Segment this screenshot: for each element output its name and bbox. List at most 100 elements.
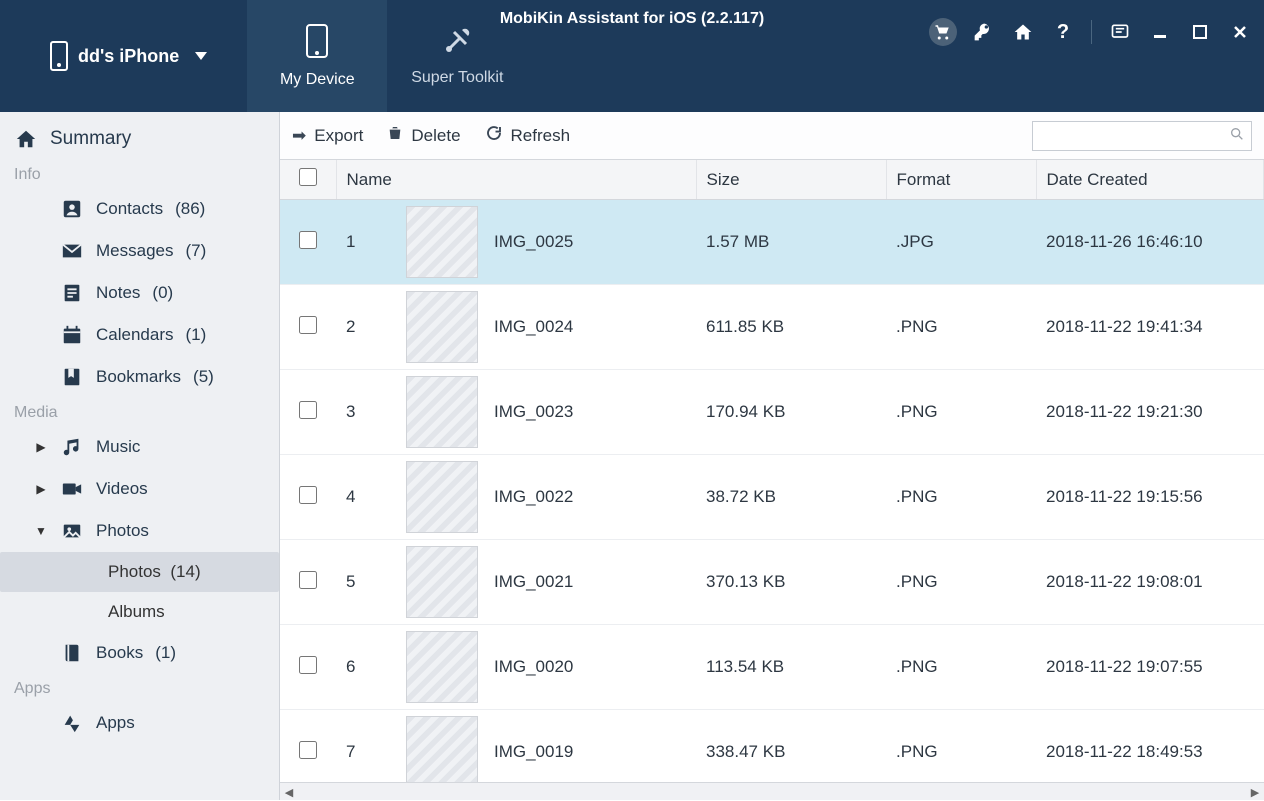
- row-checkbox[interactable]: [299, 486, 317, 504]
- sidebar-item-summary[interactable]: Summary: [0, 118, 279, 160]
- file-format: .PNG: [886, 710, 1036, 783]
- titlebar: dd's iPhone My Device Super Toolkit Mobi…: [0, 0, 1264, 112]
- tab-label: My Device: [280, 71, 355, 89]
- scroll-left-icon[interactable]: ◀: [280, 783, 298, 801]
- row-checkbox[interactable]: [299, 316, 317, 334]
- export-button[interactable]: ➡ Export: [292, 126, 363, 146]
- sidebar-label: Apps: [96, 713, 135, 733]
- file-date: 2018-11-22 19:41:34: [1036, 285, 1263, 370]
- collapse-icon[interactable]: [34, 524, 48, 538]
- table-scroll[interactable]: Name Size Format Date Created 1IMG_00251…: [280, 160, 1264, 782]
- search-icon[interactable]: [1229, 126, 1245, 146]
- row-checkbox[interactable]: [299, 231, 317, 249]
- search-input[interactable]: [1039, 128, 1229, 144]
- sidebar-count: (1): [186, 325, 207, 345]
- file-name: IMG_0025: [494, 232, 573, 252]
- file-format: .JPG: [886, 200, 1036, 285]
- phone-icon: [50, 41, 68, 71]
- table-row[interactable]: 7IMG_0019338.47 KB.PNG2018-11-22 18:49:5…: [280, 710, 1264, 783]
- sidebar-item-contacts[interactable]: Contacts (86): [0, 188, 279, 230]
- sidebar-item-albums[interactable]: Albums: [0, 592, 279, 632]
- sidebar-label: Summary: [50, 128, 131, 150]
- select-all-checkbox[interactable]: [299, 168, 317, 186]
- header-name[interactable]: Name: [336, 160, 696, 200]
- header-checkbox[interactable]: [280, 160, 336, 200]
- calendar-icon: [60, 324, 84, 346]
- photos-icon: [60, 520, 84, 542]
- file-size: 1.57 MB: [696, 200, 886, 285]
- window-controls: ?: [929, 18, 1254, 46]
- table-row[interactable]: 1IMG_00251.57 MB.JPG2018-11-26 16:46:10: [280, 200, 1264, 285]
- refresh-button[interactable]: Refresh: [485, 124, 571, 147]
- row-checkbox[interactable]: [299, 656, 317, 674]
- table-row[interactable]: 2IMG_0024611.85 KB.PNG2018-11-22 19:41:3…: [280, 285, 1264, 370]
- sidebar-label: Albums: [108, 602, 165, 621]
- sidebar-label: Photos: [96, 521, 149, 541]
- book-icon: [60, 642, 84, 664]
- row-checkbox[interactable]: [299, 401, 317, 419]
- maximize-icon[interactable]: [1186, 18, 1214, 46]
- app-title: MobiKin Assistant for iOS (2.2.117): [500, 10, 764, 28]
- expand-icon[interactable]: [34, 482, 48, 496]
- sidebar-item-notes[interactable]: Notes (0): [0, 272, 279, 314]
- trash-icon: [387, 124, 403, 147]
- sidebar-item-photos-sub[interactable]: Photos (14): [0, 552, 279, 592]
- sidebar-item-calendars[interactable]: Calendars (1): [0, 314, 279, 356]
- table-row[interactable]: 4IMG_002238.72 KB.PNG2018-11-22 19:15:56: [280, 455, 1264, 540]
- help-icon[interactable]: ?: [1049, 18, 1077, 46]
- header-format[interactable]: Format: [886, 160, 1036, 200]
- bookmark-icon: [60, 366, 84, 388]
- search-box[interactable]: [1032, 121, 1252, 151]
- sidebar-label: Messages: [96, 241, 173, 261]
- sidebar-item-photos[interactable]: Photos: [0, 510, 279, 552]
- file-date: 2018-11-22 19:15:56: [1036, 455, 1263, 540]
- tab-my-device[interactable]: My Device: [247, 0, 387, 112]
- key-icon[interactable]: [969, 18, 997, 46]
- file-date: 2018-11-22 19:21:30: [1036, 370, 1263, 455]
- file-size: 338.47 KB: [696, 710, 886, 783]
- delete-button[interactable]: Delete: [387, 124, 460, 147]
- sidebar-item-messages[interactable]: Messages (7): [0, 230, 279, 272]
- thumbnail: [406, 376, 478, 448]
- header-date[interactable]: Date Created: [1036, 160, 1263, 200]
- horizontal-scrollbar[interactable]: ◀ ▶: [280, 782, 1264, 800]
- refresh-icon: [485, 124, 503, 147]
- sidebar-item-apps[interactable]: Apps: [0, 702, 279, 744]
- sidebar-item-books[interactable]: Books (1): [0, 632, 279, 674]
- table-row[interactable]: 5IMG_0021370.13 KB.PNG2018-11-22 19:08:0…: [280, 540, 1264, 625]
- nav-tabs: My Device Super Toolkit: [247, 0, 527, 112]
- table-row[interactable]: 6 IMG_0020 113.54 KB.PNG2018-11-22 19:07:5…: [280, 625, 1264, 710]
- minimize-icon[interactable]: [1146, 18, 1174, 46]
- file-format: .PNG: [886, 625, 1036, 710]
- file-name: IMG_0020: [494, 657, 573, 677]
- home-icon[interactable]: [1009, 18, 1037, 46]
- sidebar-item-videos[interactable]: Videos: [0, 468, 279, 510]
- feedback-icon[interactable]: [1106, 18, 1134, 46]
- row-checkbox[interactable]: [299, 571, 317, 589]
- expand-icon[interactable]: [34, 440, 48, 454]
- body: Summary Info Contacts (86) Messages (7) …: [0, 112, 1264, 800]
- close-icon[interactable]: [1226, 18, 1254, 46]
- notes-icon: [60, 282, 84, 304]
- sidebar-section-apps: Apps: [0, 674, 279, 702]
- home-icon: [14, 128, 38, 150]
- sidebar-section-info: Info: [0, 160, 279, 188]
- device-icon: [305, 24, 329, 65]
- file-size: 38.72 KB: [696, 455, 886, 540]
- button-label: Export: [314, 126, 363, 146]
- file-size: 170.94 KB: [696, 370, 886, 455]
- file-date: 2018-11-22 19:07:55: [1036, 625, 1263, 710]
- sidebar-count: (0): [152, 283, 173, 303]
- file-size: 113.54 KB: [696, 625, 886, 710]
- header-size[interactable]: Size: [696, 160, 886, 200]
- row-index: 6: [336, 625, 396, 710]
- table-row[interactable]: 3IMG_0023170.94 KB.PNG2018-11-22 19:21:3…: [280, 370, 1264, 455]
- music-icon: [60, 436, 84, 458]
- sidebar-item-music[interactable]: Music: [0, 426, 279, 468]
- cart-icon[interactable]: [929, 18, 957, 46]
- row-checkbox[interactable]: [299, 741, 317, 759]
- scroll-right-icon[interactable]: ▶: [1246, 783, 1264, 801]
- sidebar-label: Books: [96, 643, 143, 663]
- sidebar-item-bookmarks[interactable]: Bookmarks (5): [0, 356, 279, 398]
- device-picker[interactable]: dd's iPhone: [0, 0, 237, 112]
